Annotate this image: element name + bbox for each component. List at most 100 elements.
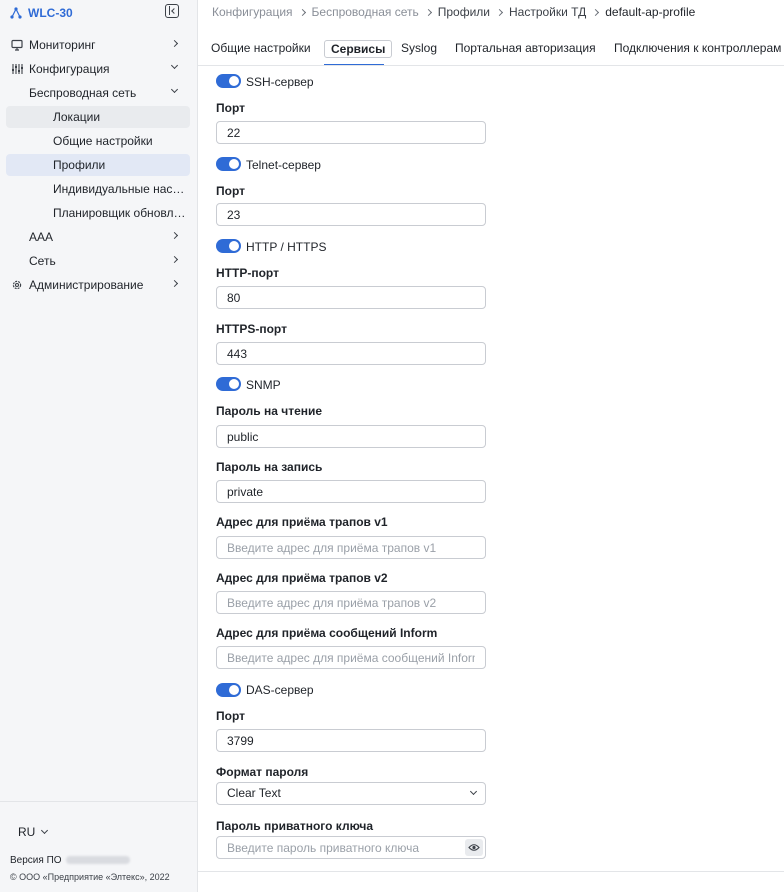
chevron-right-icon — [424, 8, 432, 16]
sidebar-item-configuration[interactable]: Конфигурация — [6, 58, 190, 80]
chevron-right-icon — [298, 8, 306, 16]
snmp-label: SNMP — [246, 378, 281, 392]
das-port-label: Порт — [216, 709, 246, 723]
language-value: RU — [18, 825, 36, 839]
software-version: Версия ПО — [10, 855, 130, 866]
breadcrumb-current: default-ap-profile — [605, 5, 696, 19]
trap-v2-label: Адрес для приёма трапов v2 — [216, 571, 388, 585]
sidebar-item-label: Индивидуальные настройки — [53, 182, 187, 196]
copyright: © ООО «Предприятие «Элтекс», 2022 — [10, 872, 170, 882]
http-https-toggle[interactable] — [216, 239, 241, 253]
sidebar-item-monitoring[interactable]: Мониторинг — [6, 34, 190, 56]
breadcrumb: Конфигурация Беспроводная сеть Профили Н… — [212, 4, 695, 20]
chevron-right-icon — [495, 8, 504, 16]
sidebar-item-label: Профили — [53, 158, 106, 172]
telnet-port-label: Порт — [216, 184, 246, 198]
inform-input[interactable] — [216, 646, 486, 669]
sidebar-item-label: Локации — [53, 110, 101, 124]
collapse-sidebar-icon[interactable] — [165, 4, 179, 18]
ssh-server-toggle[interactable] — [216, 74, 241, 88]
sidebar-item-aaa[interactable]: AAA — [6, 226, 190, 248]
brand[interactable]: WLC-30 — [10, 4, 73, 22]
inform-label: Адрес для приёма сообщений Inform — [216, 626, 438, 640]
chevron-right-icon — [170, 255, 179, 264]
sidebar-item-label: Мониторинг — [29, 38, 96, 52]
private-key-password-input[interactable] — [216, 836, 486, 859]
ssh-port-input[interactable] — [216, 121, 486, 144]
http-port-input[interactable] — [216, 286, 486, 309]
sidebar-item-general-settings[interactable]: Общие настройки — [6, 130, 190, 152]
ssh-server-label: SSH-сервер — [246, 75, 314, 89]
active-tab-indicator — [324, 64, 384, 65]
sidebar-item-update-scheduler[interactable]: Планировщик обновлений — [6, 202, 190, 224]
chevron-down-icon — [41, 826, 49, 835]
tab-portal-auth[interactable]: Портальная авторизация — [449, 40, 602, 58]
ssh-port-label: Порт — [216, 101, 246, 115]
das-server-toggle[interactable] — [216, 683, 241, 697]
tab-general-settings[interactable]: Общие настройки — [205, 40, 317, 58]
gear-icon — [12, 280, 22, 290]
sliders-icon — [12, 64, 23, 74]
version-label: Версия ПО — [10, 855, 62, 866]
chevron-right-icon — [592, 8, 600, 16]
sidebar: WLC-30 Мониторинг Конфигурация Беспровод… — [0, 0, 198, 892]
sidebar-item-label: Администрирование — [29, 278, 144, 292]
sidebar-item-label: Общие настройки — [53, 134, 153, 148]
sidebar-item-administration[interactable]: Администрирование — [6, 274, 190, 296]
trap-v1-label: Адрес для приёма трапов v1 — [216, 515, 388, 529]
language-selector[interactable]: RU — [18, 825, 49, 839]
password-format-select[interactable]: Clear Text — [216, 782, 486, 805]
sidebar-item-individual-settings[interactable]: Индивидуальные настройки — [6, 178, 190, 200]
sidebar-item-label: Беспроводная сеть — [29, 86, 137, 100]
password-format-label: Формат пароля — [216, 765, 309, 779]
monitor-icon — [11, 39, 23, 51]
telnet-server-label: Telnet-сервер — [246, 158, 321, 172]
version-value-redacted — [65, 856, 130, 865]
show-password-button[interactable] — [465, 839, 483, 856]
trap-v1-input[interactable] — [216, 536, 486, 559]
chevron-down-icon — [469, 787, 478, 796]
chevron-right-icon — [170, 231, 179, 240]
tab-bar: Общие настройки Сервисы Syslog Портальна… — [198, 34, 784, 66]
snmp-write-password-label: Пароль на запись — [216, 460, 323, 474]
trap-v2-input[interactable] — [216, 591, 486, 614]
app-title: WLC-30 — [28, 6, 73, 20]
telnet-server-toggle[interactable] — [216, 157, 241, 171]
content-bottom-divider — [198, 871, 784, 872]
chevron-right-icon — [170, 39, 179, 48]
chevron-down-icon — [170, 85, 179, 94]
breadcrumb-wireless[interactable]: Беспроводная сеть — [312, 5, 419, 19]
private-key-password-label: Пароль приватного ключа — [216, 819, 374, 833]
snmp-toggle[interactable] — [216, 377, 241, 391]
tab-services[interactable]: Сервисы — [324, 40, 393, 58]
sidebar-item-label: Конфигурация — [29, 62, 110, 76]
tab-controller-connections[interactable]: Подключения к контроллерам — [608, 40, 784, 58]
sidebar-item-label: AAA — [29, 230, 54, 244]
sidebar-item-wireless[interactable]: Беспроводная сеть — [6, 82, 190, 104]
breadcrumb-profiles[interactable]: Профили — [438, 5, 490, 19]
chevron-down-icon — [170, 61, 179, 70]
breadcrumb-configuration[interactable]: Конфигурация — [212, 5, 293, 19]
network-logo-icon — [10, 7, 22, 19]
https-port-input[interactable] — [216, 342, 486, 365]
sidebar-item-profiles[interactable]: Профили — [6, 154, 190, 176]
snmp-read-password-label: Пароль на чтение — [216, 404, 323, 418]
password-format-value: Clear Text — [227, 786, 281, 800]
https-port-label: HTTPS-порт — [216, 322, 287, 336]
sidebar-item-locations[interactable]: Локации — [6, 106, 190, 128]
sidebar-divider — [0, 801, 198, 802]
tab-syslog[interactable]: Syslog — [395, 40, 443, 58]
snmp-write-password-input[interactable] — [216, 480, 486, 503]
eye-icon — [468, 844, 480, 851]
http-port-label: HTTP-порт — [216, 266, 279, 280]
sidebar-item-network[interactable]: Сеть — [6, 250, 190, 272]
das-server-label: DAS-сервер — [246, 683, 314, 697]
breadcrumb-ap-settings[interactable]: Настройки ТД — [509, 5, 586, 19]
snmp-read-password-input[interactable] — [216, 425, 486, 448]
chevron-right-icon — [170, 279, 179, 288]
telnet-port-input[interactable] — [216, 203, 486, 226]
sidebar-item-label: Планировщик обновлений — [53, 206, 187, 220]
das-port-input[interactable] — [216, 729, 486, 752]
http-https-label: HTTP / HTTPS — [246, 240, 327, 254]
sidebar-item-label: Сеть — [29, 254, 56, 268]
